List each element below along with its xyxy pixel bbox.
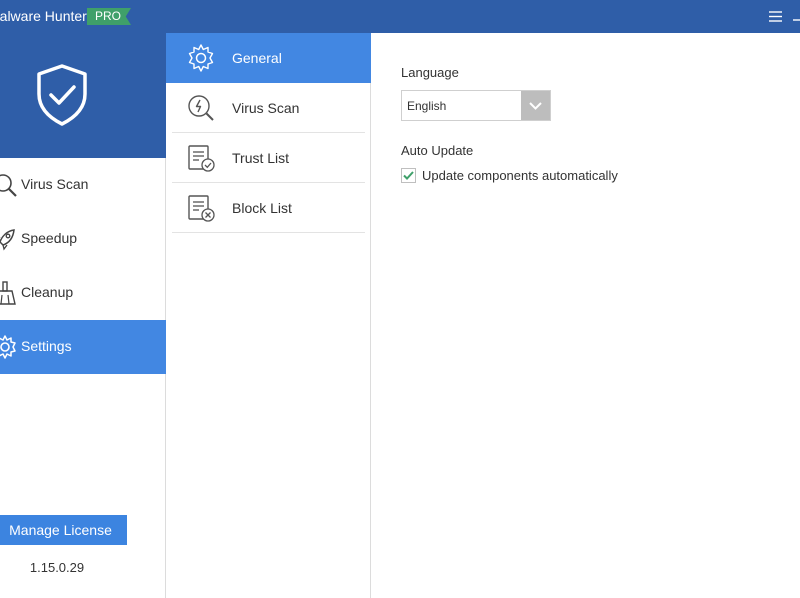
sidebar-item-label: Virus Scan xyxy=(21,176,89,192)
magnifier-icon xyxy=(0,172,18,198)
app-title: Malware Hunter xyxy=(0,8,87,24)
language-dropdown[interactable]: English xyxy=(401,90,551,121)
sidebar-item-label: Speedup xyxy=(21,230,78,246)
auto-update-checkbox[interactable] xyxy=(401,168,416,183)
rocket-icon xyxy=(0,226,18,252)
auto-update-label: Auto Update xyxy=(401,143,474,158)
settings-menu-label: Block List xyxy=(232,200,292,216)
sidebar-item-settings[interactable]: Settings xyxy=(0,320,166,374)
pro-badge: PRO xyxy=(87,8,131,25)
version-label: 1.15.0.29 xyxy=(29,560,85,575)
language-selected-value: English xyxy=(407,99,447,113)
sidebar-item-label: Settings xyxy=(21,338,72,354)
trust-list-icon xyxy=(186,143,216,173)
title-bar: Malware Hunter PRO xyxy=(0,0,800,33)
settings-menu-item-general[interactable]: General xyxy=(166,33,371,83)
gear-icon xyxy=(186,43,216,73)
settings-menu-item-block-list[interactable]: Block List xyxy=(172,183,365,233)
language-label: Language xyxy=(401,65,459,80)
broom-icon xyxy=(0,280,18,306)
sidebar-item-label: Cleanup xyxy=(21,284,74,300)
menu-icon[interactable] xyxy=(767,9,785,24)
chevron-down-icon[interactable] xyxy=(521,91,550,120)
left-sidebar: Virus Scan Speedup Cleanup Settings Mana… xyxy=(0,33,166,598)
shield-check-icon xyxy=(32,62,92,128)
sidebar-item-cleanup[interactable]: Cleanup xyxy=(0,266,166,320)
gear-icon xyxy=(0,334,18,360)
settings-menu-item-virus-scan[interactable]: Virus Scan xyxy=(172,83,365,133)
settings-menu-label: General xyxy=(232,50,282,66)
settings-menu: General Virus Scan Trust List Block List xyxy=(166,33,371,598)
manage-license-button[interactable]: Manage License xyxy=(0,515,127,545)
settings-menu-item-trust-list[interactable]: Trust List xyxy=(172,133,365,183)
block-list-icon xyxy=(186,193,216,223)
protection-status-area xyxy=(0,33,166,158)
minimize-icon[interactable] xyxy=(793,9,800,24)
settings-menu-label: Virus Scan xyxy=(232,100,300,116)
general-settings-panel: Language English Auto Update Update comp… xyxy=(371,33,800,598)
auto-update-option-label: Update components automatically xyxy=(422,168,618,183)
scan-icon xyxy=(186,93,216,123)
sidebar-item-speedup[interactable]: Speedup xyxy=(0,212,166,266)
settings-menu-label: Trust List xyxy=(232,150,290,166)
sidebar-item-virus-scan[interactable]: Virus Scan xyxy=(0,158,166,212)
